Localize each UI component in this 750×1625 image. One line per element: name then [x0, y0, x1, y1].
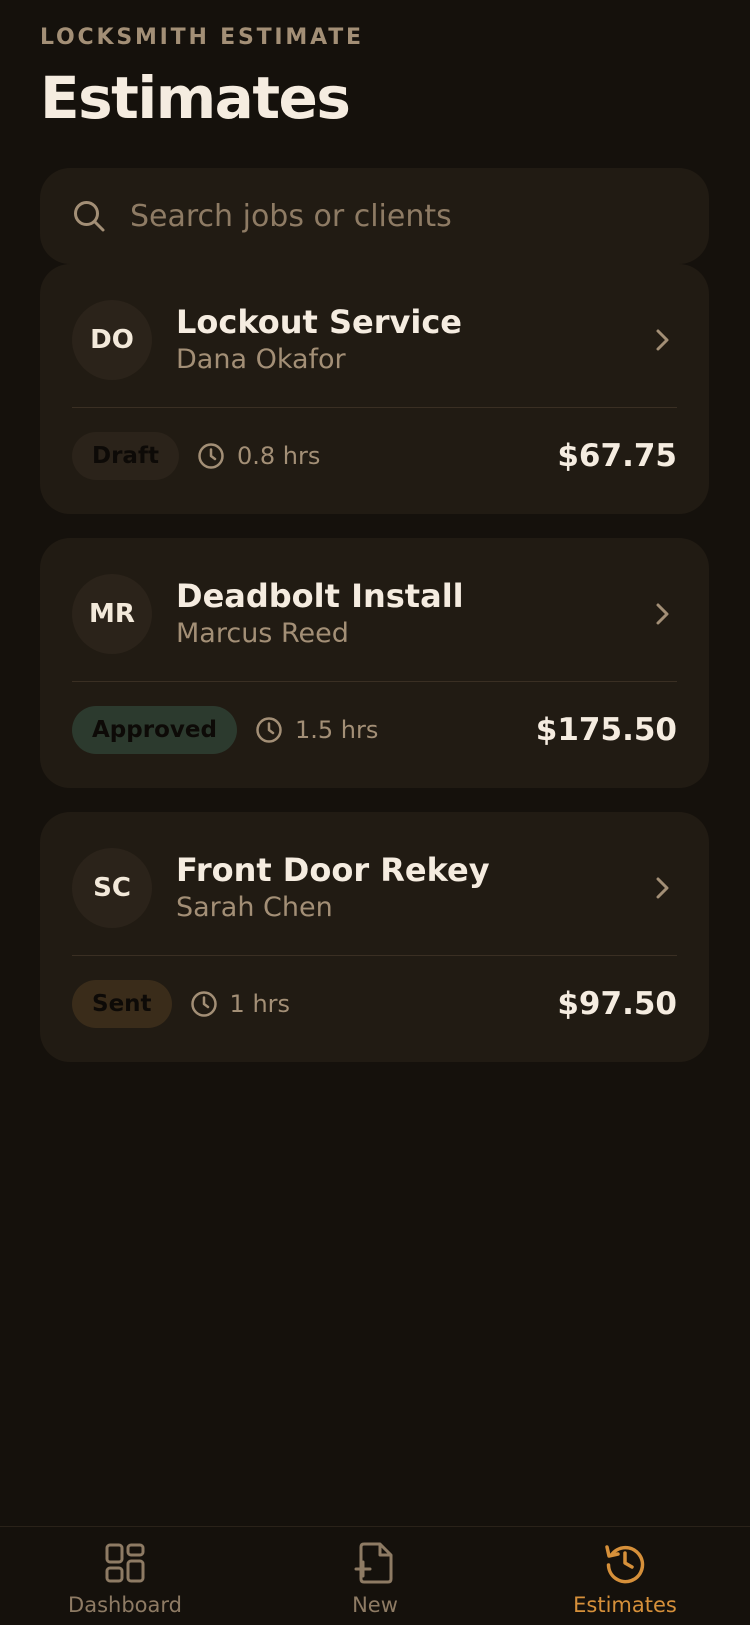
job-title: Lockout Service	[176, 303, 462, 342]
labor-hours: 0.8 hrs	[236, 442, 321, 470]
search-icon	[72, 199, 106, 233]
client-name: Sarah Chen	[176, 892, 333, 924]
grid-icon	[103, 1541, 147, 1585]
page-title: Estimates	[40, 64, 351, 132]
job-title: Front Door Rekey	[176, 851, 490, 890]
estimate-card[interactable]: SC Front Door Rekey Sarah Chen Sent 1 hr…	[40, 812, 709, 1062]
estimate-price: $97.50	[557, 986, 677, 1022]
card-divider	[72, 955, 677, 956]
tab-label: Estimates	[573, 1593, 677, 1617]
job-title: Deadbolt Install	[176, 577, 464, 616]
labor-hours: 1 hrs	[229, 990, 291, 1018]
status-badge: Approved	[72, 706, 237, 754]
chevron-right-icon[interactable]	[647, 873, 677, 903]
search-bar[interactable]	[40, 168, 709, 264]
tab-estimates[interactable]: Estimates	[525, 1541, 725, 1625]
tab-new[interactable]: New	[275, 1541, 475, 1625]
clock-icon	[197, 442, 225, 470]
chevron-right-icon[interactable]	[647, 599, 677, 629]
tab-label: New	[352, 1593, 398, 1617]
tab-dashboard[interactable]: Dashboard	[25, 1541, 225, 1625]
estimate-price: $175.50	[535, 712, 677, 748]
status-badge: Draft	[72, 432, 179, 480]
estimate-card[interactable]: MR Deadbolt Install Marcus Reed Approved…	[40, 538, 709, 788]
client-name: Dana Okafor	[176, 344, 346, 376]
client-name: Marcus Reed	[176, 618, 349, 650]
labor-hours: 1.5 hrs	[294, 716, 379, 744]
clock-icon	[190, 990, 218, 1018]
status-badge: Sent	[72, 980, 172, 1028]
search-input[interactable]	[130, 198, 650, 234]
card-divider	[72, 407, 677, 408]
avatar: DO	[72, 300, 152, 380]
clock-icon	[255, 716, 283, 744]
new-document-icon	[353, 1541, 397, 1585]
card-divider	[72, 681, 677, 682]
app-eyebrow: LOCKSMITH ESTIMATE	[40, 25, 364, 50]
estimate-card[interactable]: DO Lockout Service Dana Okafor Draft 0.8…	[40, 264, 709, 514]
estimate-price: $67.75	[557, 438, 677, 474]
chevron-right-icon[interactable]	[647, 325, 677, 355]
avatar: MR	[72, 574, 152, 654]
history-icon	[603, 1541, 647, 1585]
bottom-tab-bar: Dashboard New Estimates	[0, 1526, 750, 1624]
avatar: SC	[72, 848, 152, 928]
tab-label: Dashboard	[68, 1593, 182, 1617]
